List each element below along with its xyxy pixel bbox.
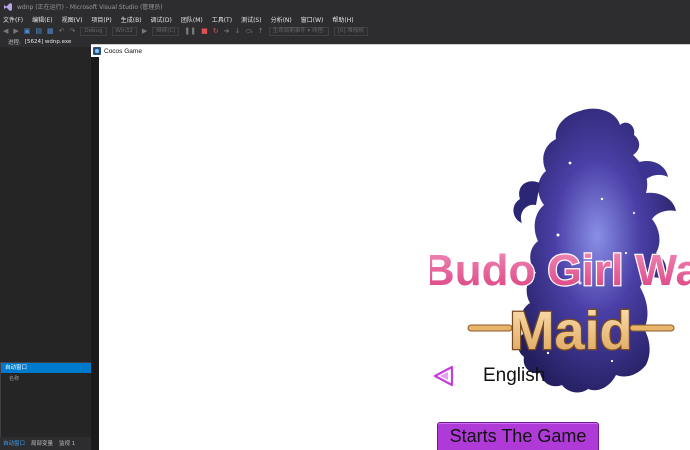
debug-location-select[interactable]: 生命周期事件 ▾ 线程: <box>268 26 329 36</box>
break-all-icon[interactable]: ❚❚ <box>184 26 196 36</box>
menu-project[interactable]: 项目(P) <box>91 15 111 24</box>
cocos-app-icon <box>93 47 101 55</box>
menu-help[interactable]: 帮助(H) <box>332 15 353 24</box>
ide-title-bar: wdnp (正在运行) - Microsoft Visual Studio (管… <box>0 0 690 13</box>
autos-name-column[interactable]: 名称 <box>1 373 91 382</box>
menu-team[interactable]: 团队(M) <box>181 15 203 24</box>
open-file-icon[interactable]: ▤ <box>35 26 42 36</box>
menu-file[interactable]: 文件(F) <box>3 15 23 24</box>
back-icon[interactable]: ◀ <box>3 26 8 36</box>
undo-icon[interactable]: ↶ <box>59 26 65 36</box>
cocos-game-window[interactable]: Cocos Game Budo Girl Wa Maid English Sta… <box>91 44 690 450</box>
save-icon[interactable]: ▦ <box>47 26 54 36</box>
autos-panel-title[interactable]: 自动窗口 <box>1 363 91 373</box>
language-prev-arrow-icon[interactable] <box>432 364 456 388</box>
tab-locals[interactable]: 局部变量 <box>28 439 56 449</box>
game-left-strip <box>91 57 99 450</box>
menu-test[interactable]: 测试(S) <box>241 15 262 24</box>
redo-icon[interactable]: ↷ <box>70 26 76 36</box>
process-selector: 进程: [5624] wdnp.exe <box>0 37 92 47</box>
forward-icon[interactable]: ▶ <box>13 26 18 36</box>
menu-edit[interactable]: 编辑(E) <box>32 15 52 24</box>
tab-autos[interactable]: 自动窗口 <box>0 439 28 449</box>
step-over-icon[interactable]: ⤼ <box>245 26 252 36</box>
menu-view[interactable]: 视图(V) <box>62 15 83 24</box>
logo-dash-right <box>629 324 675 332</box>
menu-debug[interactable]: 调试(D) <box>151 15 172 24</box>
debug-bottom-tabs: 自动窗口 局部变量 监视 1 <box>0 437 92 450</box>
solution-platform-select[interactable]: Win32 <box>111 26 137 36</box>
thread-select[interactable]: [0] 堆栈帧 <box>333 26 368 36</box>
logo-title-line1: Budo Girl War <box>430 246 690 295</box>
menu-window[interactable]: 窗口(W) <box>301 15 324 24</box>
language-selector[interactable]: English <box>432 364 545 388</box>
ide-window-title: wdnp (正在运行) - Microsoft Visual Studio (管… <box>17 4 163 11</box>
logo-title-line2: Maid <box>509 301 632 361</box>
continue-button[interactable]: 继续(C) <box>152 26 180 36</box>
continue-icon[interactable]: ▶ <box>142 26 147 36</box>
game-window-title: Cocos Game <box>104 47 142 55</box>
game-logo: Budo Girl War Maid <box>430 108 690 393</box>
restart-icon[interactable]: ↻ <box>213 26 219 36</box>
visual-studio-icon <box>4 2 12 11</box>
show-next-statement-icon[interactable]: ➜ <box>224 26 230 36</box>
game-title-bar[interactable]: Cocos Game <box>91 45 690 57</box>
step-into-icon[interactable]: ↓ <box>234 26 240 36</box>
step-out-icon[interactable]: ↑ <box>258 26 264 36</box>
tab-watch-1[interactable]: 监视 1 <box>56 439 78 449</box>
solution-config-select[interactable]: Debug <box>80 26 107 36</box>
logo-dash-left <box>467 324 513 332</box>
process-select[interactable]: [5624] wdnp.exe <box>25 39 72 45</box>
start-game-button[interactable]: Starts The Game <box>437 422 599 450</box>
stop-debugging-icon[interactable]: ■ <box>201 26 208 36</box>
menu-analyze[interactable]: 分析(N) <box>271 15 292 24</box>
start-game-label: Starts The Game <box>449 426 587 446</box>
language-label: English <box>483 365 546 386</box>
menu-build[interactable]: 生成(B) <box>121 15 142 24</box>
menu-tools[interactable]: 工具(T) <box>212 15 232 24</box>
ide-menu-bar: 文件(F) 编辑(E) 视图(V) 项目(P) 生成(B) 调试(D) 团队(M… <box>0 13 690 25</box>
process-label: 进程: <box>8 40 21 46</box>
new-project-icon[interactable]: ▣ <box>24 26 31 36</box>
ide-toolbar: ◀ ▶ ▣ ▤ ▦ ↶ ↷ Debug Win32 ▶ 继续(C) ❚❚ ■ ↻… <box>0 25 690 37</box>
